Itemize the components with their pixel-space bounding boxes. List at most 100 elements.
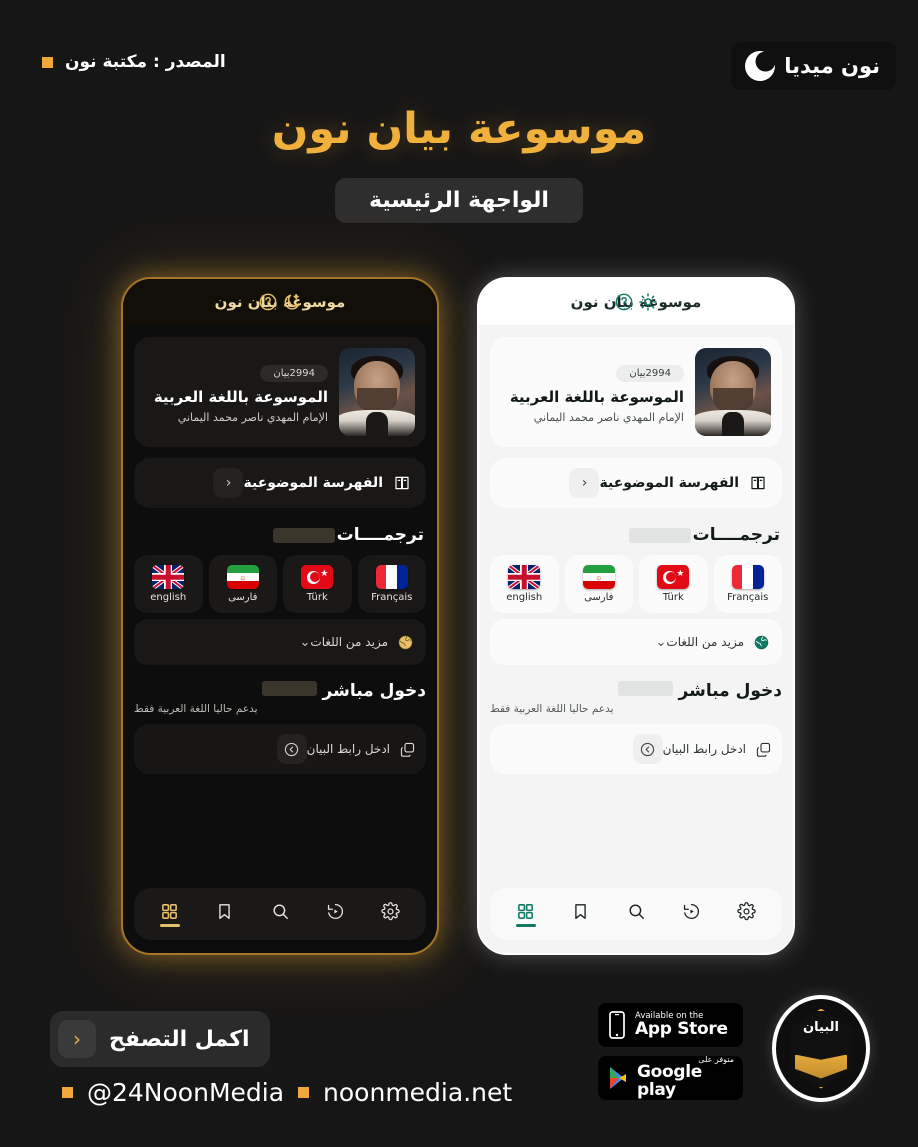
chevron-down-icon[interactable]: ⌄ xyxy=(656,635,667,650)
index-book-icon xyxy=(392,473,412,493)
language-tile-ir[interactable]: ۞ فارسى xyxy=(564,555,633,613)
nav-item-search[interactable] xyxy=(614,894,658,934)
nav-item-bookmarks[interactable] xyxy=(203,894,247,934)
app-screen-light: موسوعة بيان نون 2994بيان الموسوعة باللغة… xyxy=(479,279,793,953)
index-row[interactable]: الفهرسة الموضوعية ‹ xyxy=(134,458,426,508)
sun-icon[interactable] xyxy=(636,290,660,314)
bayan-logo: البيان xyxy=(772,995,870,1102)
play-triangle-icon xyxy=(607,1065,629,1091)
direct-entry-row[interactable]: ادخل رابط البيان xyxy=(134,724,426,774)
google-play-label: Google play xyxy=(637,1062,703,1101)
bullet-square-icon xyxy=(42,56,53,68)
language-label: فارسى xyxy=(228,592,258,603)
globe-icon xyxy=(397,634,414,651)
language-tile-gb[interactable]: english xyxy=(490,555,559,613)
hero-card[interactable]: 2994بيان الموسوعة باللغة العربية الإمام … xyxy=(134,337,426,447)
language-tile-gb[interactable]: english xyxy=(134,555,203,613)
language-tile-fr[interactable]: Français xyxy=(713,555,782,613)
help-circle-icon[interactable] xyxy=(256,290,280,314)
flag-fr-icon xyxy=(375,565,408,589)
translations-heading-group: ترجمــــات xyxy=(134,524,426,546)
direct-entry-heading: دخول مباشر xyxy=(678,681,782,701)
noon-media-logo: نون ميديا xyxy=(731,42,896,90)
nav-item-history[interactable] xyxy=(669,894,713,934)
avatar xyxy=(339,348,415,436)
language-label: Türk xyxy=(306,592,328,603)
history-icon xyxy=(682,902,701,921)
hero-card[interactable]: 2994بيان الموسوعة باللغة العربية الإمام … xyxy=(490,337,782,447)
language-tile-fr[interactable]: Français xyxy=(357,555,426,613)
more-languages-row[interactable]: مزيد من اللغات ⌄ xyxy=(490,619,782,665)
open-book-icon xyxy=(795,1054,847,1079)
website-link[interactable]: noonmedia.net xyxy=(323,1078,512,1107)
direct-entry-subtitle: يدعم حاليا اللغة العربية فقط xyxy=(134,703,258,715)
index-row[interactable]: الفهرسة الموضوعية ‹ xyxy=(490,458,782,508)
direct-entry-row[interactable]: ادخل رابط البيان xyxy=(490,724,782,774)
bottom-nav xyxy=(490,888,782,940)
language-label: Français xyxy=(371,592,413,603)
chevron-left-icon: ‹ xyxy=(58,1020,96,1058)
translations-heading: ترجمــــات xyxy=(692,525,780,545)
grid-icon xyxy=(516,902,535,921)
nav-item-settings[interactable] xyxy=(724,894,768,934)
arrow-left-circle-icon[interactable] xyxy=(632,734,663,764)
social-handle[interactable]: @24NoonMedia xyxy=(87,1078,284,1107)
app-screen-dark: موسوعة بيان نون 2994بيان الموسوعة باللغة… xyxy=(123,279,437,953)
language-label: فارسى xyxy=(584,592,614,603)
index-row-chevron-icon[interactable]: ‹ xyxy=(569,468,600,498)
page-title: موسوعة بيان نون xyxy=(271,104,647,154)
index-book-icon xyxy=(748,473,768,493)
language-tile-ir[interactable]: ۞ فارسى xyxy=(208,555,277,613)
more-languages-row[interactable]: مزيد من اللغات ⌄ xyxy=(134,619,426,665)
nav-item-settings[interactable] xyxy=(368,894,412,934)
index-row-label: الفهرسة الموضوعية xyxy=(243,475,383,491)
flag-gb-icon xyxy=(152,565,185,589)
nav-item-history[interactable] xyxy=(313,894,357,934)
language-tile-tr[interactable]: ★ Türk xyxy=(283,555,352,613)
search-icon xyxy=(627,902,646,921)
nav-item-bookmarks[interactable] xyxy=(559,894,603,934)
direct-entry-heading-group: دخول مباشر xyxy=(490,681,782,701)
app-store-badge[interactable]: Available on the App Store xyxy=(598,1003,743,1047)
language-tile-tr[interactable]: ★ Türk xyxy=(639,555,708,613)
brand-name: نون ميديا xyxy=(784,54,880,78)
language-label: Français xyxy=(727,592,769,603)
source-label: المصدر : مكتبة نون xyxy=(65,52,226,72)
source-label-group: المصدر : مكتبة نون xyxy=(42,52,226,72)
status-badge: 2994بيان xyxy=(616,364,684,382)
grid-icon xyxy=(160,902,179,921)
index-row-chevron-icon[interactable]: ‹ xyxy=(213,468,244,498)
screen-body: 2994بيان الموسوعة باللغة العربية الإمام … xyxy=(123,325,437,888)
bullet-square-icon xyxy=(298,1087,310,1098)
flag-tr-icon: ★ xyxy=(301,565,334,589)
nav-item-search[interactable] xyxy=(258,894,302,934)
direct-entry-heading: دخول مباشر xyxy=(322,681,426,701)
avatar xyxy=(695,348,771,436)
store-badges: Available on the App Store متوفر على Goo… xyxy=(598,1003,743,1100)
bookmark-icon xyxy=(571,902,590,921)
language-label: english xyxy=(506,592,543,603)
search-icon xyxy=(271,902,290,921)
promo-page: نون ميديا المصدر : مكتبة نون موسوعة بيان… xyxy=(0,0,918,1147)
chevron-down-icon[interactable]: ⌄ xyxy=(300,635,311,650)
iphone-icon xyxy=(607,1010,627,1040)
help-circle-icon[interactable] xyxy=(612,290,636,314)
nav-item-home[interactable] xyxy=(148,894,192,934)
translations-heading-group: ترجمــــات xyxy=(490,524,782,546)
nav-item-home[interactable] xyxy=(504,894,548,934)
app-bar: موسوعة بيان نون xyxy=(123,279,437,325)
arrow-left-circle-icon[interactable] xyxy=(276,734,307,764)
bottom-nav xyxy=(134,888,426,940)
hero-heading: الموسوعة باللغة العربية xyxy=(509,387,684,406)
flag-gb-icon xyxy=(508,565,541,589)
continue-browsing-button[interactable]: اكمل التصفح ‹ xyxy=(50,1011,270,1067)
page-subtitle-badge: الواجهة الرئيسية xyxy=(335,178,583,223)
status-badge: 2994بيان xyxy=(260,364,328,382)
hero-subtitle: الإمام المهدي ناصر محمد اليماني xyxy=(177,410,328,424)
hero-heading: الموسوعة باللغة العربية xyxy=(153,387,328,406)
translations-heading: ترجمــــات xyxy=(336,525,424,545)
direct-entry-label: ادخل رابط البيان xyxy=(306,742,390,756)
moon-star-icon[interactable] xyxy=(280,290,304,314)
gear-icon xyxy=(381,901,400,921)
google-play-badge[interactable]: متوفر على Google play xyxy=(598,1055,743,1101)
